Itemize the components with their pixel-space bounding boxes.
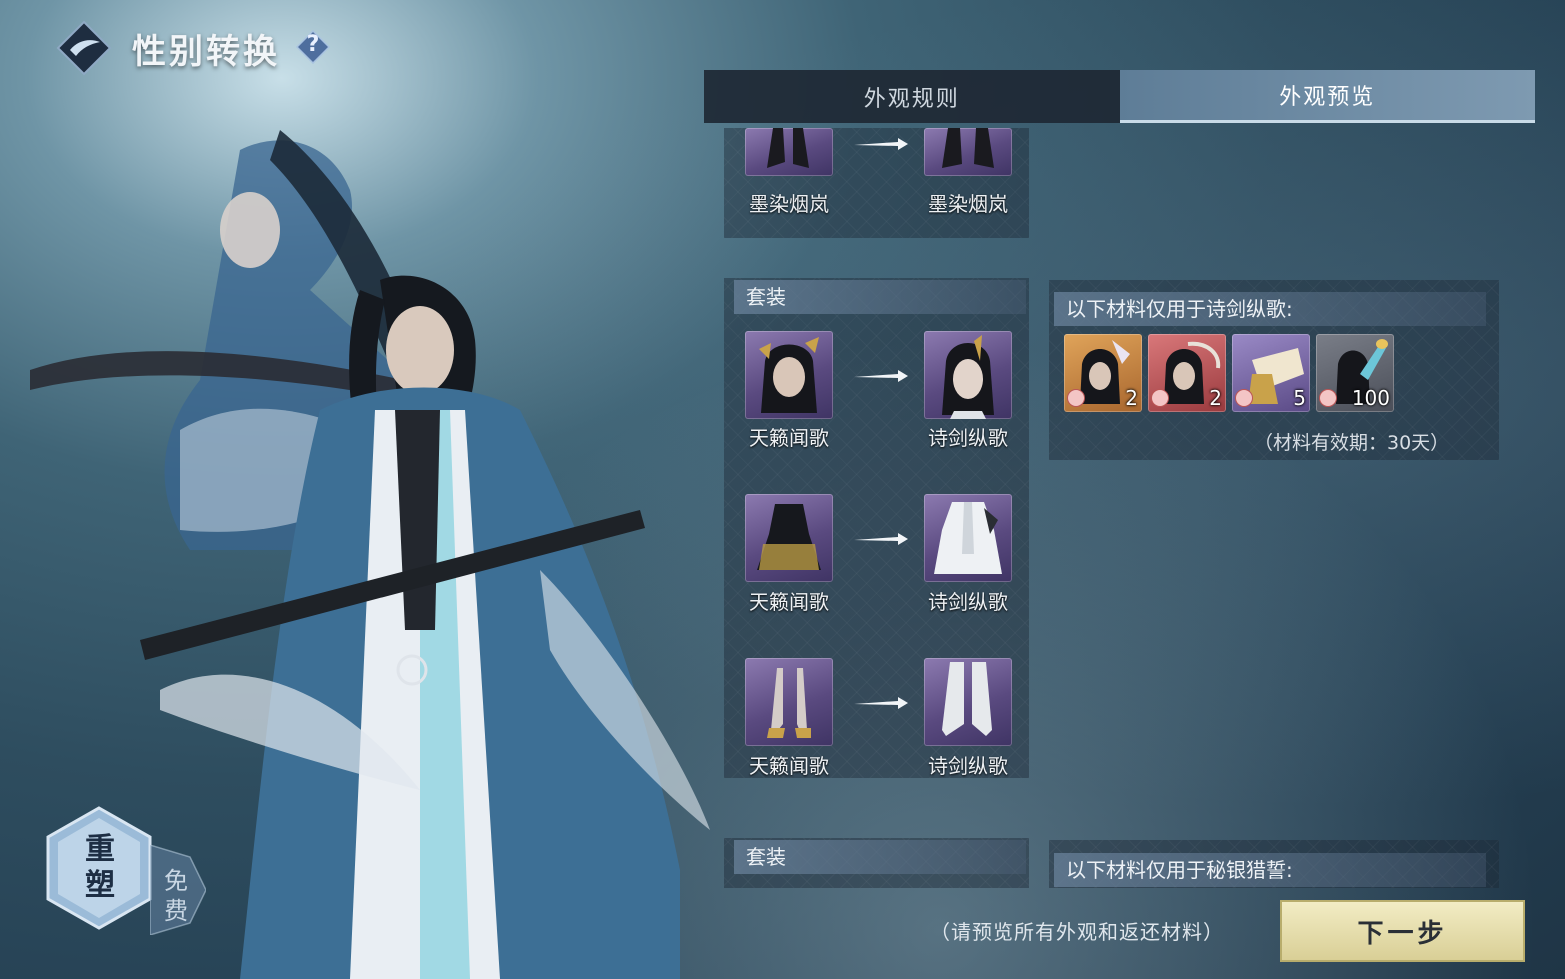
page-title: 性别转换 <box>132 32 280 72</box>
set-item-from-label: 天籁闻歌 <box>749 426 829 450</box>
materials-title-2: 以下材料仅用于秘银猎誓: <box>1054 853 1486 887</box>
prev-item-to-label: 墨染烟岚 <box>928 192 1008 216</box>
material-count: 5 <box>1293 386 1306 410</box>
materials-validity: （材料有效期：30天） <box>1254 432 1450 454</box>
materials-title: 以下材料仅用于诗剑纵歌: <box>1054 292 1486 326</box>
set-item-to-label: 诗剑纵歌 <box>928 590 1008 614</box>
shoes-icon <box>767 668 811 738</box>
set-item-robe-from[interactable] <box>745 494 833 582</box>
prev-item-shoes-from[interactable] <box>745 128 833 176</box>
material-item[interactable]: 2 <box>1148 334 1226 412</box>
set-header-2: 套装 <box>734 840 1026 874</box>
material-count: 2 <box>1209 386 1222 410</box>
arrow-icon <box>854 370 908 382</box>
prev-item-from-label: 墨染烟岚 <box>749 192 829 216</box>
arrow-icon <box>854 533 908 545</box>
material-count: 100 <box>1351 386 1390 410</box>
arrow-icon <box>854 697 908 709</box>
timed-badge-icon <box>1236 390 1252 406</box>
hairstyle-icon <box>942 335 994 419</box>
preview-hint: （请预览所有外观和返还材料） <box>930 920 1224 944</box>
free-label: 免费 <box>164 867 188 925</box>
arrow-icon <box>854 138 908 150</box>
reshape-label: 重塑 <box>85 832 115 903</box>
robe-icon <box>757 504 821 570</box>
set-item-to-label: 诗剑纵歌 <box>928 426 1008 450</box>
help-button[interactable]: ? <box>295 29 331 65</box>
preview-panel[interactable]: 墨染烟岚 墨染烟岚 套装 天籁闻歌 诗剑纵歌 天籁闻歌 诗剑纵歌 天籁闻歌 诗剑… <box>724 128 1504 888</box>
timed-badge-icon <box>1320 390 1336 406</box>
boots-icon <box>942 128 994 168</box>
material-item[interactable]: 100 <box>1316 334 1394 412</box>
male-character-illustration <box>140 275 710 979</box>
tab-bar: 外观规则 外观预览 <box>704 70 1535 123</box>
prev-item-shoes-to[interactable] <box>924 128 1012 176</box>
boots-icon <box>767 128 809 168</box>
hairstyle-icon <box>759 337 819 413</box>
timed-badge-icon <box>1152 390 1168 406</box>
set-item-from-label: 天籁闻歌 <box>749 590 829 614</box>
material-item[interactable]: 2 <box>1064 334 1142 412</box>
tab-appearance-preview[interactable]: 外观预览 <box>1119 70 1535 123</box>
set-item-head-from[interactable] <box>745 331 833 419</box>
tab-appearance-rules[interactable]: 外观规则 <box>704 70 1120 123</box>
robe-icon <box>934 502 1002 574</box>
set-item-from-label: 天籁闻歌 <box>749 754 829 778</box>
timed-badge-icon <box>1068 390 1084 406</box>
material-count: 2 <box>1125 386 1138 410</box>
boots-icon <box>942 662 992 736</box>
set-header: 套装 <box>734 280 1026 314</box>
set-item-robe-to[interactable] <box>924 494 1012 582</box>
game-logo-icon <box>56 20 112 76</box>
set-item-to-label: 诗剑纵歌 <box>928 754 1008 778</box>
set-item-shoes-to[interactable] <box>924 658 1012 746</box>
material-item[interactable]: 5 <box>1232 334 1310 412</box>
set-item-head-to[interactable] <box>924 331 1012 419</box>
next-step-button[interactable]: 下一步 <box>1280 900 1525 962</box>
help-label: ? <box>306 32 320 57</box>
set-item-shoes-from[interactable] <box>745 658 833 746</box>
